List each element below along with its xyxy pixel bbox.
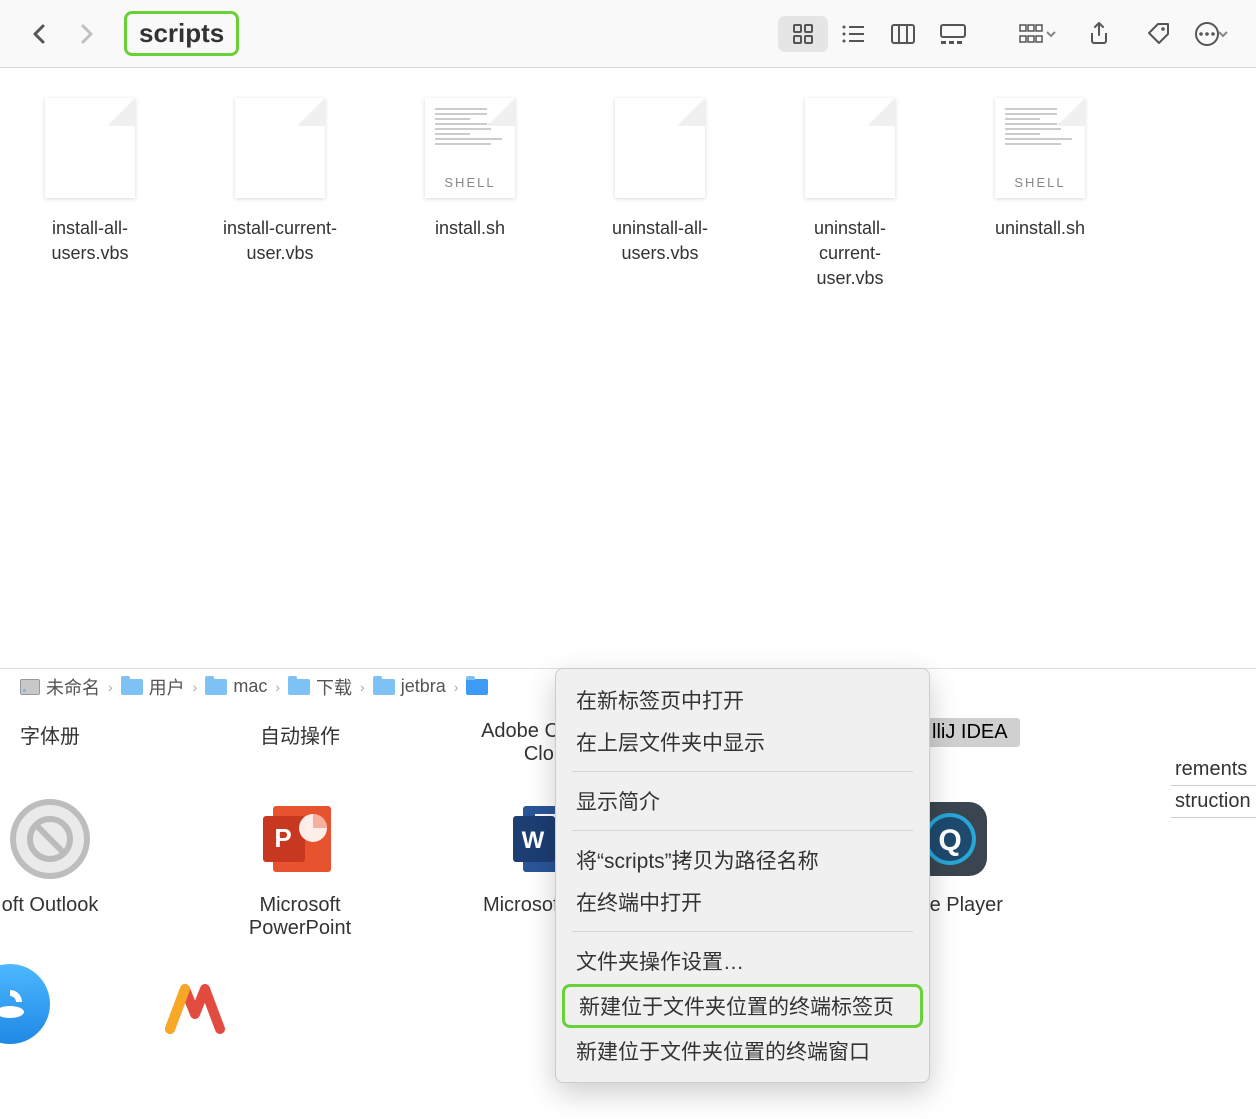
file-name-label: install-current-user.vbs <box>220 216 340 266</box>
context-menu-item[interactable]: 文件夹操作设置… <box>556 940 929 982</box>
app-name-label: oft Outlook <box>2 894 99 917</box>
list-view-button[interactable] <box>828 16 878 52</box>
svg-text:Q: Q <box>938 824 961 857</box>
share-button[interactable] <box>1074 16 1124 52</box>
svg-text:P: P <box>274 823 291 853</box>
file-grid-area[interactable]: install-all-users.vbs install-current-use… <box>0 68 1256 668</box>
chevron-right-icon: › <box>360 679 365 695</box>
app-icon: P <box>255 794 345 884</box>
context-menu-item[interactable]: 在上层文件夹中显示 <box>556 721 929 763</box>
file-icon: SHELL <box>425 98 515 198</box>
file-icon <box>805 98 895 198</box>
icon-view-button[interactable] <box>778 16 828 52</box>
path-label: 下载 <box>316 674 352 700</box>
app-label[interactable]: 自动操作 <box>220 720 380 766</box>
finder-toolbar: scripts <box>0 0 1256 68</box>
path-segment[interactable]: mac <box>205 676 267 697</box>
partial-icon-blue[interactable] <box>0 964 50 1044</box>
folder-title: scripts <box>124 11 239 56</box>
partial-app-icons <box>0 964 240 1054</box>
app-name-label: Microsoft PowerPoint <box>220 894 380 940</box>
menu-separator <box>572 771 913 772</box>
chevron-right-icon: › <box>454 679 459 695</box>
file-item[interactable]: uninstall-all-users.vbs <box>600 98 720 292</box>
file-icon: SHELL <box>995 98 1085 198</box>
app-label-idea: lliJ IDEA <box>920 718 1020 747</box>
chevron-right-icon: › <box>275 679 280 695</box>
menu-separator <box>572 931 913 932</box>
folder-icon <box>121 679 143 695</box>
context-menu-item[interactable]: 显示简介 <box>556 780 929 822</box>
file-name-label: uninstall-current-user.vbs <box>790 216 910 292</box>
file-name-label: uninstall-all-users.vbs <box>600 216 720 266</box>
context-menu-item[interactable]: 新建位于文件夹位置的终端窗口 <box>556 1030 929 1072</box>
context-menu: 在新标签页中打开在上层文件夹中显示显示简介将“scripts”拷贝为路径名称在终… <box>555 668 930 1083</box>
path-segment[interactable]: 用户 <box>121 674 185 700</box>
folder-icon <box>205 679 227 695</box>
view-mode-group <box>778 16 978 52</box>
file-item[interactable]: install-current-user.vbs <box>220 98 340 292</box>
back-button[interactable] <box>20 18 58 50</box>
context-menu-item[interactable]: 在新标签页中打开 <box>556 679 929 721</box>
column-view-button[interactable] <box>878 16 928 52</box>
forward-button[interactable] <box>68 18 106 50</box>
folder-icon <box>288 679 310 695</box>
drive-icon <box>20 679 40 695</box>
sidebar-truncated: rementsstruction <box>1171 754 1256 818</box>
file-icon <box>45 98 135 198</box>
gallery-view-button[interactable] <box>928 16 978 52</box>
path-label: 未命名 <box>46 674 100 700</box>
app-tile[interactable]: oft Outlook <box>0 794 130 940</box>
chevron-down-icon <box>1044 27 1058 41</box>
path-segment[interactable]: 下载 <box>288 674 352 700</box>
path-label: 用户 <box>149 674 185 700</box>
tag-button[interactable] <box>1134 16 1184 52</box>
app-icon <box>5 794 95 884</box>
folder-icon[interactable] <box>466 679 488 695</box>
file-item[interactable]: SHELL uninstall.sh <box>980 98 1100 292</box>
file-item[interactable]: SHELL install.sh <box>410 98 530 292</box>
file-name-label: uninstall.sh <box>995 216 1085 241</box>
file-item[interactable]: install-all-users.vbs <box>30 98 150 292</box>
file-name-label: install.sh <box>435 216 505 241</box>
action-button[interactable] <box>1194 21 1230 47</box>
file-type-badge: SHELL <box>425 175 515 190</box>
path-label: mac <box>233 676 267 697</box>
file-icon <box>615 98 705 198</box>
file-icon <box>235 98 325 198</box>
file-name-label: install-all-users.vbs <box>30 216 150 266</box>
file-type-badge: SHELL <box>995 175 1085 190</box>
group-by-button[interactable] <box>1018 22 1058 46</box>
path-segment[interactable]: jetbra <box>373 676 446 697</box>
path-segment[interactable]: 未命名 <box>20 674 100 700</box>
app-label[interactable]: 字体册 <box>0 720 130 766</box>
menu-separator <box>572 830 913 831</box>
chevron-down-icon <box>1216 27 1230 41</box>
chevron-right-icon: › <box>108 679 113 695</box>
app-tile[interactable]: P Microsoft PowerPoint <box>220 794 380 940</box>
context-menu-item[interactable]: 在终端中打开 <box>556 881 929 923</box>
partial-icon-wps[interactable] <box>150 964 240 1054</box>
truncated-label: rements <box>1171 754 1256 786</box>
svg-text:W: W <box>522 827 545 854</box>
context-menu-item[interactable]: 将“scripts”拷贝为路径名称 <box>556 839 929 881</box>
folder-icon <box>373 679 395 695</box>
path-label: jetbra <box>401 676 446 697</box>
chevron-right-icon: › <box>193 679 198 695</box>
truncated-label: struction <box>1171 786 1256 818</box>
file-item[interactable]: uninstall-current-user.vbs <box>790 98 910 292</box>
context-menu-item[interactable]: 新建位于文件夹位置的终端标签页 <box>562 984 923 1028</box>
